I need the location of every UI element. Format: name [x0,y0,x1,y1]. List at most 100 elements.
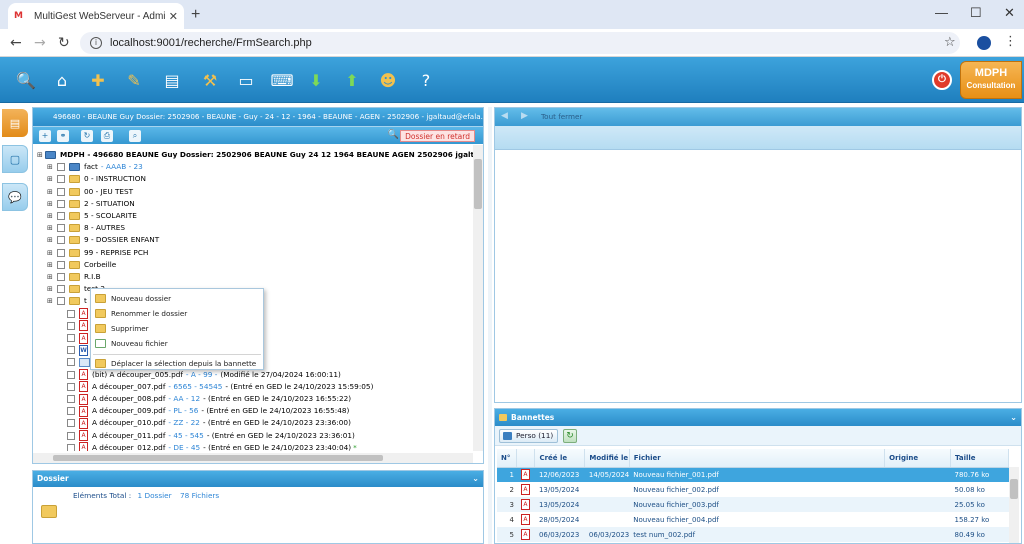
upload-icon[interactable]: ⬆ [338,66,366,94]
tree-row[interactable]: ⊞ 9 - DOSSIER ENFANT [47,234,159,246]
expand-toggle-icon[interactable]: ⊞ [47,161,55,173]
back-icon[interactable]: ← [10,35,22,51]
refresh-icon[interactable]: ↻ [563,429,577,443]
power-icon[interactable]: ⏻ [932,70,952,90]
tree-row[interactable]: ⊞ Corbeille [47,259,116,271]
tree-checkbox[interactable] [57,260,65,269]
close-all-button[interactable]: Tout fermer [541,112,582,121]
table-row[interactable]: 4 A 28/05/2024 Nouveau fichier_004.pdf 158.2… [497,512,1009,527]
maximize-icon[interactable]: ☐ [970,5,982,21]
tree-checkbox[interactable] [57,187,65,196]
tree-checkbox[interactable] [67,334,75,342]
expand-icon[interactable]: + [39,130,51,142]
column-header[interactable]: Fichier [629,449,886,468]
table-row[interactable]: 3 A 13/05/2024 Nouveau fichier_003.pdf 25.05… [497,497,1009,512]
tree-row[interactable]: A A découper_011.pdf - 45 - 545- (Entré en… [57,430,355,442]
bookmark-star-icon[interactable]: ☆ [944,35,956,50]
tree-checkbox[interactable] [67,431,75,440]
next-icon[interactable]: ▶ [521,111,528,121]
menu-item-new-folder[interactable]: Nouveau dossier [91,291,263,306]
expand-toggle-icon[interactable]: ⊞ [47,210,55,222]
profile-avatar-icon[interactable] [977,36,991,50]
new-tab-icon[interactable]: + [191,6,200,24]
tree-checkbox[interactable] [57,273,65,281]
search-icon[interactable]: 🔍 [12,66,40,94]
tree-horizontal-scrollbar[interactable] [33,453,473,463]
expand-toggle-icon[interactable]: ⊞ [37,149,45,161]
tree-row[interactable]: ⊞ t [47,295,87,307]
tree-row[interactable]: ⊞ 00 - JEU TEST [47,186,133,198]
tree-vertical-scrollbar[interactable] [473,145,483,451]
tree-row[interactable]: ⊞ MDPH - 496680 BEAUNE Guy Dossier: 25029… [37,149,473,161]
tree-checkbox[interactable] [67,346,75,355]
tree-row[interactable]: ⊞ 0 - INSTRUCTION [47,173,146,185]
tree-row[interactable]: ⊞ 2 - SITUATION [47,198,135,210]
print-icon[interactable]: ⎙ [101,130,113,142]
add-icon[interactable]: ✚ [84,66,112,94]
expand-toggle-icon[interactable]: ⊞ [47,271,55,283]
tree-row[interactable]: A A découper_009.pdf - PL - 56- (Entré en … [57,405,349,417]
expand-toggle-icon[interactable]: ⊞ [47,222,55,234]
tree-row[interactable]: A A découper_010.pdf - ZZ - 22- (Entré en … [57,417,351,429]
table-row[interactable]: 1 A 12/06/2023 14/05/2024 Nouveau fichier_00… [497,467,1009,482]
side-tab-pages-icon[interactable]: ▢ [2,145,28,173]
column-header[interactable] [516,449,536,468]
close-icon[interactable]: ✕ [169,10,178,23]
table-row[interactable]: 2 A 13/05/2024 Nouveau fichier_002.pdf 50.08… [497,482,1009,497]
expand-toggle-icon[interactable]: ⊞ [47,198,55,210]
url-bar[interactable]: i localhost:9001/recherche/FrmSearch.php [80,32,960,54]
home-icon[interactable]: ⌂ [48,66,76,94]
previous-icon[interactable]: ◀ [501,111,508,121]
perso-bannette-button[interactable]: Perso (11) [499,429,559,443]
tree-row[interactable]: ⊞ fact - AAAB - 23 [47,161,143,173]
column-header[interactable]: Origine [884,449,952,468]
tree-checkbox[interactable] [57,175,65,184]
tree-row[interactable]: ⊞ 5 - SCOLARITE [47,210,137,222]
table-vertical-scrollbar[interactable] [1009,467,1019,543]
expand-toggle-icon[interactable]: ⊞ [47,283,55,295]
menu-kebab-icon[interactable]: ⋮ [1004,34,1017,49]
tree-checkbox[interactable] [67,443,75,451]
tree-row[interactable]: A A découper_012.pdf - DE - 45- (Entré en … [57,442,357,451]
edit-icon[interactable]: ✎ [120,66,148,94]
column-header[interactable]: Taille [950,449,1009,468]
tree-row[interactable]: ⊞ 99 - REPRISE PCH [47,247,148,259]
column-header[interactable]: Créé le [534,449,586,468]
tree-checkbox[interactable] [67,358,75,367]
chevron-down-icon[interactable]: ⌄ [1010,409,1017,426]
tools-icon[interactable]: ⚒ [196,66,224,94]
tree-checkbox[interactable] [67,382,75,391]
expand-toggle-icon[interactable]: ⊞ [47,234,55,246]
tree-checkbox[interactable] [67,395,75,403]
refresh-icon[interactable]: ↻ [81,130,93,142]
reload-icon[interactable]: ↻ [58,35,70,51]
help-icon[interactable]: ? [412,66,440,94]
window-close-icon[interactable]: ✕ [1004,5,1015,21]
menu-item-new-file[interactable]: Nouveau fichier [91,336,263,351]
expand-toggle-icon[interactable]: ⊞ [47,173,55,185]
tree-checkbox[interactable] [57,224,65,233]
tree-checkbox[interactable] [57,163,65,172]
expand-toggle-icon[interactable]: ⊞ [47,259,55,271]
tree-checkbox[interactable] [67,419,75,428]
side-tab-comments-icon[interactable]: 💬 [2,183,28,211]
tree-checkbox[interactable] [67,407,75,416]
forward-icon[interactable]: → [34,35,46,51]
late-dossier-button[interactable]: Dossier en retard [400,130,475,142]
preview-icon[interactable]: ▤ [158,66,186,94]
mdph-consultation-button[interactable]: MDPH Consultation [960,61,1022,99]
expand-toggle-icon[interactable]: ⊞ [47,186,55,198]
side-tab-documents-icon[interactable]: ▤ [2,109,28,137]
menu-item-move-selection[interactable]: Déplacer la sélection depuis la bannette [91,356,263,371]
tree-checkbox[interactable] [57,236,65,245]
expand-toggle-icon[interactable]: ⊞ [47,247,55,259]
minimize-icon[interactable]: — [935,5,948,20]
tree-checkbox[interactable] [57,297,65,306]
menu-item-rename-folder[interactable]: Renommer le dossier [91,306,263,321]
tree-checkbox[interactable] [57,285,65,294]
user-settings-icon[interactable]: ☻ [374,66,402,94]
tree-checkbox[interactable] [67,309,75,318]
tree-checkbox[interactable] [67,370,75,379]
column-header[interactable]: Modifié le [584,449,630,468]
tree-row[interactable]: A A découper_007.pdf - 6565 - 54545- (Entr… [57,381,373,393]
